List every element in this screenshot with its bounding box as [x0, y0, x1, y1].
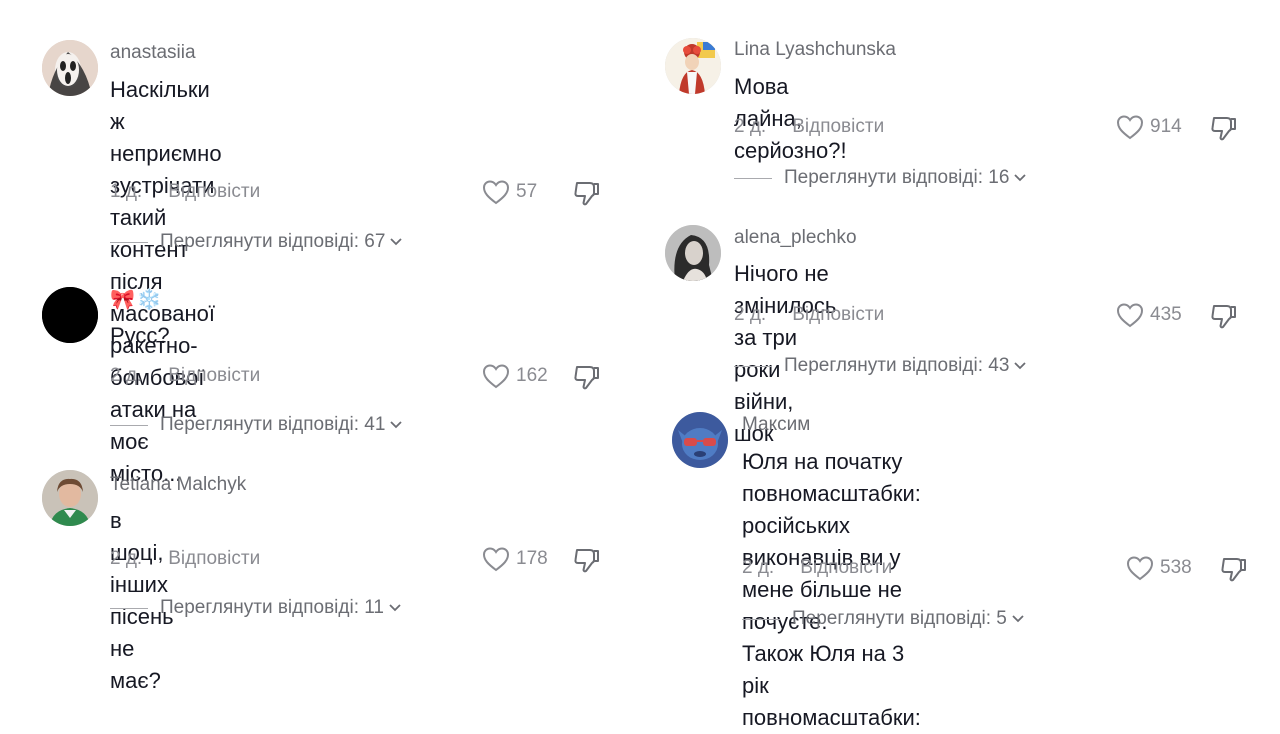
like-count: 914 — [1150, 116, 1182, 137]
divider — [110, 424, 148, 426]
thumbs-down-icon — [574, 366, 599, 390]
dislike-button[interactable] — [1220, 555, 1248, 583]
reply-button[interactable]: Відповісти — [168, 548, 260, 569]
thumbs-down-icon — [1221, 558, 1246, 582]
heart-icon — [482, 547, 510, 572]
reply-button[interactable]: Відповісти — [800, 557, 892, 578]
thumbs-down-icon — [1211, 117, 1236, 141]
view-replies-label: Переглянути відповіді: 11 — [160, 597, 384, 618]
like-button[interactable]: 914 — [1116, 114, 1182, 140]
avatar[interactable] — [42, 40, 98, 96]
view-replies-label: Переглянути відповіді: 67 — [160, 231, 386, 252]
comment-meta: 2 д. Відповісти — [110, 365, 260, 387]
thumbs-down-icon — [574, 182, 599, 206]
comment-age: 2 д. — [734, 116, 767, 137]
dislike-button[interactable] — [573, 179, 601, 207]
reply-button[interactable]: Відповісти — [792, 116, 884, 137]
username[interactable]: Максим — [742, 414, 810, 436]
view-replies-button[interactable]: Переглянути відповіді: 43 — [734, 355, 1027, 377]
comment-text: Юля на початку повномасштабки: російськи… — [742, 446, 921, 734]
chevron-down-icon — [1014, 362, 1027, 370]
heart-icon — [482, 180, 510, 205]
view-replies-label: Переглянути відповіді: 16 — [784, 167, 1010, 188]
divider — [110, 241, 148, 243]
avatar[interactable] — [42, 287, 98, 343]
chevron-down-icon — [1014, 174, 1027, 182]
reply-button[interactable]: Відповісти — [168, 365, 260, 386]
divider — [734, 365, 772, 367]
username[interactable]: 🎀❄️ — [110, 287, 164, 312]
chevron-down-icon — [390, 238, 403, 246]
heart-icon — [1116, 303, 1144, 328]
comment-line: Юля на початку повномасштабки: російськи… — [742, 449, 921, 538]
comment-age: 1 д. — [110, 181, 143, 202]
divider — [742, 618, 780, 620]
comment-age: 2 д. — [110, 365, 143, 386]
chevron-down-icon — [1012, 615, 1024, 623]
comment-line: Також Юля на 3 рік повномасштабки: — [742, 641, 921, 730]
heart-icon — [482, 364, 510, 389]
like-count: 435 — [1150, 304, 1182, 325]
username[interactable]: alena_plechko — [734, 227, 857, 249]
dislike-button[interactable] — [573, 546, 601, 574]
comment-text: Русс? — [110, 320, 170, 352]
heart-icon — [1116, 115, 1144, 140]
dislike-button[interactable] — [1210, 114, 1238, 142]
view-replies-label: Переглянути відповіді: 5 — [792, 608, 1007, 629]
avatar[interactable] — [665, 225, 721, 281]
username[interactable]: anastasiia — [110, 42, 196, 64]
like-count: 178 — [516, 548, 548, 569]
view-replies-button[interactable]: Переглянути відповіді: 11 — [110, 597, 402, 619]
dislike-button[interactable] — [1210, 302, 1238, 330]
thumbs-down-icon — [574, 549, 599, 573]
chevron-down-icon — [390, 421, 403, 429]
avatar[interactable] — [42, 470, 98, 526]
thumbs-down-icon — [1211, 305, 1236, 329]
comment-age: 2 д. — [742, 557, 775, 578]
username[interactable]: Lina Lyashchunska — [734, 39, 896, 61]
reply-button[interactable]: Відповісти — [792, 304, 884, 325]
like-button[interactable]: 178 — [482, 546, 548, 572]
avatar[interactable] — [672, 412, 728, 468]
dislike-button[interactable] — [573, 363, 601, 391]
comment-meta: 2 д. Відповісти — [742, 557, 892, 579]
like-button[interactable]: 538 — [1126, 555, 1192, 581]
username-emoji: 🎀❄️ — [110, 289, 164, 311]
comment-age: 2 д. — [110, 548, 143, 569]
like-button[interactable]: 57 — [482, 179, 537, 205]
like-count: 162 — [516, 365, 548, 386]
like-button[interactable]: 435 — [1116, 302, 1182, 328]
reply-button[interactable]: Відповісти — [168, 181, 260, 202]
comment-line: Наскільки ж неприємно зустрічати такий — [110, 77, 222, 230]
heart-icon — [1126, 556, 1154, 581]
divider — [110, 607, 148, 609]
like-count: 57 — [516, 181, 538, 202]
like-button[interactable]: 162 — [482, 363, 548, 389]
comment-line: Русс? — [110, 323, 170, 348]
view-replies-label: Переглянути відповіді: 43 — [784, 355, 1010, 376]
comment-meta: 2 д. Відповісти — [734, 304, 884, 326]
view-replies-button[interactable]: Переглянути відповіді: 67 — [110, 231, 403, 253]
chevron-down-icon — [389, 604, 401, 612]
username[interactable]: Tetiana Malchyk — [110, 474, 246, 496]
like-count: 538 — [1160, 557, 1192, 578]
avatar[interactable] — [665, 38, 721, 94]
comment-meta: 2 д. Відповісти — [110, 548, 260, 570]
view-replies-button[interactable]: Переглянути відповіді: 41 — [110, 414, 403, 436]
comment-meta: 1 д. Відповісти — [110, 181, 260, 203]
comment-age: 2 д. — [734, 304, 767, 325]
view-replies-label: Переглянути відповіді: 41 — [160, 414, 386, 435]
comment-meta: 2 д. Відповісти — [734, 116, 884, 138]
view-replies-button[interactable]: Переглянути відповіді: 16 — [734, 167, 1027, 189]
divider — [734, 177, 772, 179]
view-replies-button[interactable]: Переглянути відповіді: 5 — [742, 608, 1025, 630]
